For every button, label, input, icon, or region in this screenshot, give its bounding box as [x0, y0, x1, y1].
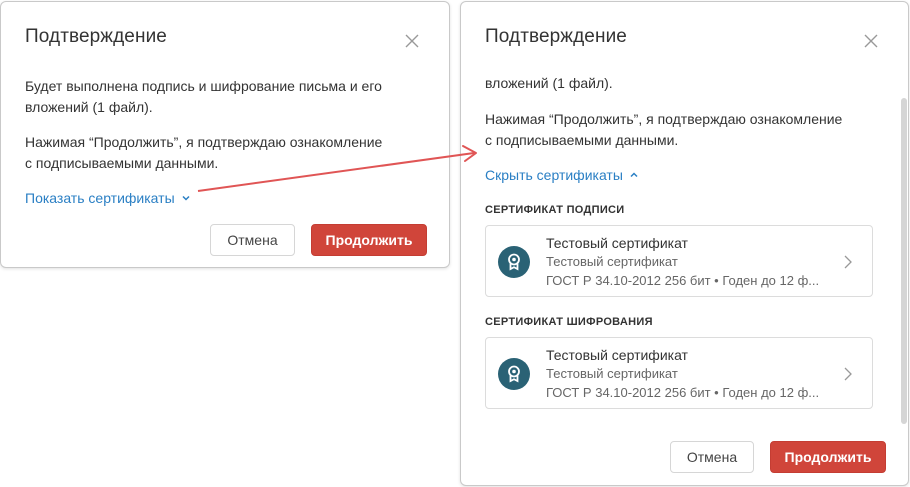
- show-certificates-link[interactable]: Показать сертификаты: [25, 190, 191, 206]
- dialog-text-line: с подписываемыми данными.: [25, 155, 219, 171]
- chevron-down-icon: [181, 194, 191, 202]
- hide-certificates-link[interactable]: Скрыть сертификаты: [485, 167, 639, 183]
- certificate-meta: ГОСТ Р 34.10-2012 256 бит • Годен до 12 …: [546, 273, 820, 288]
- certificate-name: Тестовый сертификат: [546, 235, 688, 251]
- chevron-right-icon: [842, 254, 854, 270]
- certificate-subtitle: Тестовый сертификат: [546, 254, 678, 269]
- certificate-name: Тестовый сертификат: [546, 347, 688, 363]
- certificate-icon: [498, 358, 530, 390]
- signature-certificate-section-label: СЕРТИФИКАТ ПОДПИСИ: [485, 204, 625, 216]
- close-icon[interactable]: [403, 32, 421, 50]
- dialog-text-line: Будет выполнена подпись и шифрование пис…: [25, 78, 382, 94]
- chevron-right-icon: [842, 366, 854, 382]
- signature-certificate-card[interactable]: Тестовый сертификат Тестовый сертификат …: [485, 225, 873, 297]
- encryption-certificate-section-label: СЕРТИФИКАТ ШИФРОВАНИЯ: [485, 316, 653, 328]
- continue-button[interactable]: Продолжить: [311, 224, 427, 256]
- cancel-button[interactable]: Отмена: [210, 224, 295, 256]
- certificate-subtitle: Тестовый сертификат: [546, 366, 678, 381]
- scrollbar-thumb[interactable]: [901, 98, 907, 424]
- dialog-text-line: с подписываемыми данными.: [485, 132, 679, 148]
- dialog-title: Подтверждение: [25, 26, 167, 47]
- continue-button[interactable]: Продолжить: [770, 441, 886, 473]
- hide-certificates-label: Скрыть сертификаты: [485, 167, 623, 183]
- certificate-icon: [498, 246, 530, 278]
- chevron-up-icon: [629, 171, 639, 179]
- dialog-text-line: Нажимая “Продолжить”, я подтверждаю озна…: [485, 111, 843, 127]
- dialog-text-line: вложений (1 файл).: [485, 75, 613, 91]
- dialog-text-line: вложений (1 файл).: [25, 99, 153, 115]
- close-icon[interactable]: [862, 32, 880, 50]
- show-certificates-label: Показать сертификаты: [25, 190, 175, 206]
- confirmation-dialog-expanded: Подтверждение вложений (1 файл). Нажимая…: [460, 1, 909, 486]
- dialog-title: Подтверждение: [485, 26, 627, 47]
- encryption-certificate-card[interactable]: Тестовый сертификат Тестовый сертификат …: [485, 337, 873, 409]
- confirmation-dialog-collapsed: Подтверждение Будет выполнена подпись и …: [0, 1, 450, 268]
- scrollbar[interactable]: [901, 98, 907, 424]
- dialog-text-line: Нажимая “Продолжить”, я подтверждаю озна…: [25, 134, 383, 150]
- certificate-meta: ГОСТ Р 34.10-2012 256 бит • Годен до 12 …: [546, 385, 820, 400]
- cancel-button[interactable]: Отмена: [670, 441, 754, 473]
